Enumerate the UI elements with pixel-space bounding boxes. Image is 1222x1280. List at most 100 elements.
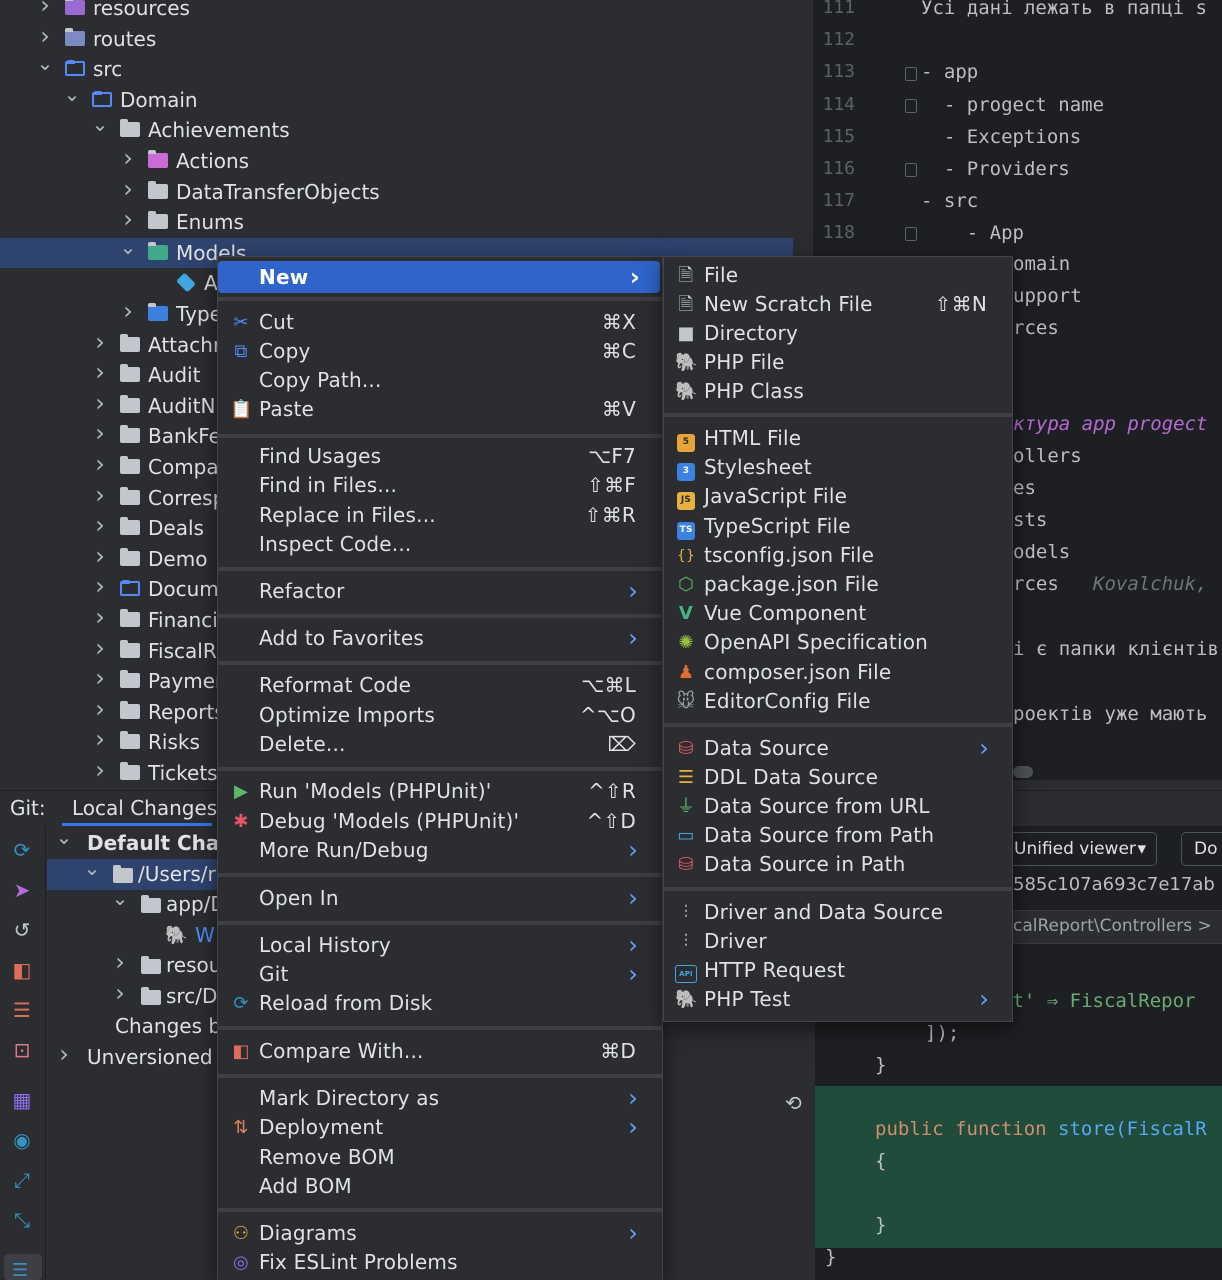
details-toggle[interactable]: ☰ (4, 1254, 42, 1280)
chevron-right-icon[interactable]: › (54, 1039, 74, 1070)
new-item-data-source-in-path[interactable]: ⛁ Data Source in Path (667, 850, 1009, 879)
new-item-data-source-from-url[interactable]: ⏚ Data Source from URL (667, 792, 1009, 821)
collapse-all-icon[interactable]: ⤡ (10, 1208, 34, 1232)
new-item-html-file[interactable]: 5 HTML File (667, 424, 1009, 453)
menu-item-new[interactable]: New › (218, 261, 660, 293)
new-item-typescript-file[interactable]: TS TypeScript File (667, 512, 1009, 541)
menu-item-compare-with[interactable]: ◧ Compare With... ⌘D (222, 1037, 658, 1066)
shelve-icon[interactable]: ⊡ (10, 1038, 34, 1062)
new-item-php-test[interactable]: 🐘 PHP Test › (667, 985, 1009, 1014)
chevron-down-icon[interactable]: ⌄ (110, 883, 130, 914)
tree-item[interactable]: › resources (0, 0, 793, 23)
chevron-right-icon[interactable]: › (90, 357, 110, 387)
fold-marker-icon[interactable] (905, 67, 917, 81)
new-item-http-request[interactable]: API HTTP Request (667, 956, 1009, 985)
new-item-php-file[interactable]: 🐘 PHP File (667, 348, 1009, 377)
menu-item-fix-eslint-problems[interactable]: ◎ Fix ESLint Problems (222, 1248, 658, 1277)
chevron-right-icon[interactable]: › (90, 388, 110, 418)
menu-item-deployment[interactable]: ⇅ Deployment › (222, 1113, 658, 1142)
chevron-right-icon[interactable]: › (90, 510, 110, 540)
menu-item-refactor[interactable]: Refactor › (222, 577, 658, 606)
new-item-new-scratch-file[interactable]: 🗎 New Scratch File ⇧⌘N (667, 290, 1009, 319)
tree-item[interactable]: › routes (0, 21, 793, 54)
rollback-icon[interactable]: ↺ (10, 918, 34, 942)
fold-marker-icon[interactable] (905, 163, 917, 177)
menu-item-copy-path[interactable]: Copy Path... (222, 366, 658, 395)
menu-item-paste[interactable]: 📋 Paste ⌘V (222, 395, 658, 424)
menu-item-find-usages[interactable]: Find Usages ⌥F7 (222, 442, 658, 471)
new-item-vue-component[interactable]: V Vue Component (667, 599, 1009, 628)
chevron-right-icon[interactable]: › (118, 143, 138, 173)
do-button[interactable]: Do (1181, 832, 1222, 866)
chevron-down-icon[interactable]: ⌄ (118, 232, 138, 262)
fold-marker-icon[interactable] (905, 99, 917, 113)
menu-item-optimize-imports[interactable]: Optimize Imports ^⌥O (222, 701, 658, 730)
chevron-right-icon[interactable]: › (90, 602, 110, 632)
chevron-right-icon[interactable]: › (90, 480, 110, 510)
new-item-editorconfig-file[interactable]: 🐭 EditorConfig File (667, 687, 1009, 716)
new-item-composer-json-file[interactable]: ♟ composer.json File (667, 658, 1009, 687)
new-item-file[interactable]: 🗎 File (667, 261, 1009, 290)
expand-all-icon[interactable]: ⤢ (10, 1168, 34, 1192)
tree-item[interactable]: › DataTransferObjects (0, 174, 793, 207)
chevron-down-icon[interactable]: ⌄ (35, 48, 55, 78)
chevron-right-icon[interactable]: › (118, 174, 138, 204)
diff-breadcrumb[interactable]: calReport\Controllers > (1013, 916, 1212, 936)
new-item-directory[interactable]: ■ Directory (667, 319, 1009, 348)
menu-item-add-to-favorites[interactable]: Add to Favorites › (222, 624, 658, 653)
menu-item-git[interactable]: Git › (222, 960, 658, 989)
horizontal-scrollbar[interactable] (1013, 766, 1033, 778)
changelist-icon[interactable]: ☰ (10, 998, 34, 1022)
new-item-ddl-data-source[interactable]: ☰ DDL Data Source (667, 763, 1009, 792)
chevron-right-icon[interactable]: › (90, 755, 110, 785)
chevron-right-icon[interactable]: › (90, 327, 110, 357)
chevron-down-icon[interactable]: ⌄ (82, 853, 102, 884)
group-by-icon[interactable]: ▦ (10, 1088, 34, 1112)
eye-icon[interactable]: ◉ (10, 1128, 34, 1152)
viewer-select[interactable]: Unified viewer ▾ (1001, 832, 1157, 866)
menu-item-add-bom[interactable]: Add BOM (222, 1172, 658, 1201)
menu-item-open-in[interactable]: Open In › (222, 884, 658, 913)
diff-icon[interactable]: ◧ (10, 958, 34, 982)
menu-item-remove-bom[interactable]: Remove BOM (222, 1143, 658, 1172)
new-item-javascript-file[interactable]: JS JavaScript File (667, 482, 1009, 511)
chevron-right-icon[interactable]: › (90, 571, 110, 601)
chevron-right-icon[interactable]: › (110, 978, 130, 1009)
new-item-tsconfig-json-file[interactable]: {} tsconfig.json File (667, 541, 1009, 570)
fold-marker-icon[interactable] (905, 227, 917, 241)
new-item-openapi-specification[interactable]: ✺ OpenAPI Specification (667, 628, 1009, 657)
new-item-driver[interactable]: ⫶ Driver (667, 927, 1009, 956)
menu-item-diagrams[interactable]: ⚇ Diagrams › (222, 1219, 658, 1248)
chevron-right-icon[interactable]: › (110, 947, 130, 978)
menu-item-debug-models-phpunit[interactable]: ✱ Debug 'Models (PHPUnit)' ^⇧D (222, 807, 658, 836)
menu-item-run-models-phpunit[interactable]: ▶ Run 'Models (PHPUnit)' ^⇧R (222, 777, 658, 806)
chevron-down-icon[interactable]: ⌄ (54, 826, 74, 853)
tree-item[interactable]: ⌄ Achievements (0, 112, 793, 145)
new-item-php-class[interactable]: 🐘 PHP Class (667, 377, 1009, 406)
menu-item-reformat-code[interactable]: Reformat Code ⌥⌘L (222, 671, 658, 700)
menu-item-mark-directory-as[interactable]: Mark Directory as › (222, 1084, 658, 1113)
chevron-right-icon[interactable]: › (35, 0, 55, 20)
chevron-right-icon[interactable]: › (90, 449, 110, 479)
new-item-stylesheet[interactable]: 3 Stylesheet (667, 453, 1009, 482)
new-item-driver-and-data-source[interactable]: ⫶ Driver and Data Source (667, 898, 1009, 927)
chevron-right-icon[interactable]: › (90, 663, 110, 693)
chevron-right-icon[interactable]: › (90, 724, 110, 754)
chevron-right-icon[interactable]: › (90, 633, 110, 663)
chevron-right-icon[interactable]: › (90, 418, 110, 448)
tree-item[interactable]: › Actions (0, 143, 793, 176)
chevron-right-icon[interactable]: › (90, 541, 110, 571)
menu-item-delete[interactable]: Delete... ⌦ (222, 730, 658, 759)
menu-item-replace-in-files[interactable]: Replace in Files... ⇧⌘R (222, 501, 658, 530)
chevron-down-icon[interactable]: ⌄ (62, 79, 82, 109)
menu-item-local-history[interactable]: Local History › (222, 931, 658, 960)
tree-item[interactable]: ⌄ Domain (0, 82, 793, 115)
revert-change-icon[interactable]: ⟲ (785, 1091, 802, 1115)
chevron-down-icon[interactable]: ⌄ (90, 109, 110, 139)
chevron-right-icon[interactable]: › (35, 21, 55, 51)
menu-item-inspect-code[interactable]: Inspect Code... (222, 530, 658, 559)
menu-item-find-in-files[interactable]: Find in Files... ⇧⌘F (222, 471, 658, 500)
menu-item-more-run-debug[interactable]: More Run/Debug › (222, 836, 658, 865)
menu-item-reload-from-disk[interactable]: ⟳ Reload from Disk (222, 989, 658, 1018)
menu-item-copy[interactable]: ⧉ Copy ⌘C (222, 337, 658, 366)
